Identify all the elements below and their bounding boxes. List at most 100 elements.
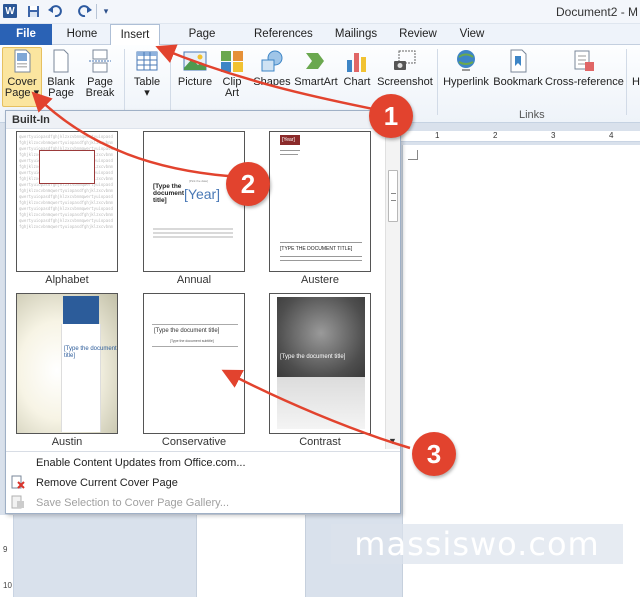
enable-content-updates-item[interactable]: Enable Content Updates from Office.com..… bbox=[36, 457, 246, 469]
template-label: Annual bbox=[176, 274, 212, 286]
annotation-badge-3: 3 bbox=[412, 432, 456, 476]
page-break-icon bbox=[89, 49, 111, 73]
page-break-label-2: Break bbox=[85, 87, 115, 99]
template-label: Contrast bbox=[299, 436, 341, 448]
menu-separator bbox=[6, 451, 400, 452]
save-selection-icon bbox=[11, 495, 24, 509]
blank-page-label-2: Page bbox=[48, 87, 74, 99]
alphabet-title-box bbox=[39, 150, 95, 184]
chart-icon bbox=[347, 53, 366, 72]
text-line bbox=[152, 324, 238, 325]
gallery-header: Built-In bbox=[6, 111, 400, 129]
customize-quick-access-icon[interactable]: ▾ bbox=[99, 4, 113, 18]
clip-art-label-2: Art bbox=[224, 87, 240, 99]
template-austin[interactable]: [Type the document title] bbox=[16, 293, 118, 434]
smartart-button[interactable]: SmartArt bbox=[294, 48, 338, 106]
header-label-partial: H bbox=[632, 76, 640, 88]
watermark-text: massiswo.com bbox=[331, 524, 623, 564]
cover-page-icon bbox=[14, 49, 31, 73]
template-label: Conservative bbox=[161, 436, 227, 448]
template-label: Alphabet bbox=[45, 274, 89, 286]
contrast-lower-block bbox=[277, 377, 365, 429]
ruler-tick: 9 bbox=[3, 545, 8, 554]
blank-page-button[interactable]: Blank Page bbox=[44, 48, 78, 106]
horizontal-ruler[interactable]: 1 2 3 4 bbox=[395, 131, 640, 142]
table-dropdown-arrow: ▾ bbox=[144, 87, 150, 99]
austin-column bbox=[61, 324, 101, 432]
table-button[interactable]: Table ▾ bbox=[130, 48, 164, 106]
save-icon[interactable] bbox=[26, 4, 40, 18]
ruler-tick: 10 bbox=[3, 581, 12, 590]
annual-date-text: [Pick the date] bbox=[189, 179, 209, 183]
contrast-title-text: [Type the document title] bbox=[280, 354, 346, 360]
cover-page-gallery: Built-In qwertyuiopasdfghjklzxcvbnmqwert… bbox=[5, 110, 401, 514]
shapes-button[interactable]: Shapes bbox=[252, 48, 292, 106]
ribbon-separator bbox=[626, 49, 627, 115]
tab-references[interactable]: References bbox=[254, 24, 313, 45]
text-line bbox=[280, 242, 362, 243]
clip-art-icon bbox=[221, 51, 243, 72]
page-break-button[interactable]: Page Break bbox=[82, 48, 118, 106]
text-line bbox=[280, 154, 298, 155]
word-logo-icon[interactable]: W bbox=[3, 4, 17, 18]
links-group-label: Links bbox=[519, 109, 545, 121]
tab-home[interactable]: Home bbox=[62, 24, 102, 45]
picture-icon bbox=[183, 51, 207, 71]
gallery-scroll-thumb[interactable] bbox=[388, 170, 398, 222]
chart-button[interactable]: Chart bbox=[340, 48, 374, 106]
ruler-tick: 2 bbox=[493, 131, 498, 140]
cover-page-button[interactable]: Cover Page ▾ bbox=[2, 47, 42, 107]
header-button-partial[interactable]: H bbox=[630, 48, 640, 106]
remove-cover-page-item[interactable]: Remove Current Cover Page bbox=[36, 477, 178, 489]
text-line bbox=[152, 346, 238, 347]
remove-cover-page-icon bbox=[11, 475, 25, 489]
gallery-scroll-down-icon[interactable]: ▼ bbox=[387, 436, 398, 446]
smartart-icon bbox=[306, 53, 324, 69]
chart-label: Chart bbox=[343, 76, 371, 88]
save-selection-item: Save Selection to Cover Page Gallery... bbox=[36, 497, 230, 509]
bookmark-label: Bookmark bbox=[493, 76, 543, 88]
clip-art-button[interactable]: Clip Art bbox=[216, 48, 248, 106]
austere-title-text: [TYPE THE DOCUMENT TITLE] bbox=[280, 246, 353, 252]
tab-view[interactable]: View bbox=[456, 24, 488, 45]
tab-insert[interactable]: Insert bbox=[110, 24, 160, 46]
page-margin-marker bbox=[408, 150, 418, 160]
tab-page-layout[interactable]: Page Layout bbox=[170, 24, 234, 60]
picture-button[interactable]: Picture bbox=[176, 48, 214, 106]
cover-page-label-2: Page ▾ bbox=[4, 87, 40, 99]
hyperlink-icon bbox=[457, 50, 475, 71]
undo-icon[interactable] bbox=[48, 4, 62, 18]
austin-title-text: [Type the document title] bbox=[64, 346, 117, 359]
annual-title-text: [Type the document title] bbox=[153, 183, 185, 204]
cross-reference-label: Cross-reference bbox=[545, 76, 624, 88]
blank-page-icon bbox=[53, 49, 69, 73]
annotation-badge-1: 1 bbox=[369, 94, 413, 138]
gallery-scrollbar[interactable] bbox=[385, 130, 400, 449]
smartart-label: SmartArt bbox=[294, 76, 338, 88]
conservative-subtitle-text: [Type the document subtitle] bbox=[170, 339, 214, 343]
austere-year-bar: [Year] bbox=[280, 135, 300, 145]
redo-icon[interactable] bbox=[78, 4, 92, 18]
hyperlink-button[interactable]: Hyperlink bbox=[441, 48, 491, 106]
ribbon-separator bbox=[170, 49, 171, 115]
tab-review[interactable]: Review bbox=[398, 24, 438, 45]
annotation-badge-2: 2 bbox=[226, 162, 270, 206]
table-icon bbox=[136, 51, 158, 71]
template-annual[interactable]: [Pick the date] [Type the document title… bbox=[143, 131, 245, 272]
vertical-ruler[interactable]: 9 10 bbox=[0, 515, 14, 597]
screenshot-icon bbox=[394, 50, 416, 70]
bookmark-button[interactable]: Bookmark bbox=[493, 48, 543, 106]
ruler-tick: 3 bbox=[551, 131, 556, 140]
template-alphabet[interactable]: qwertyuiopasdfghjklzxcvbnmqwertyuiopasdf… bbox=[16, 131, 118, 272]
tab-mailings[interactable]: Mailings bbox=[332, 24, 380, 45]
document-page-left[interactable] bbox=[196, 515, 306, 597]
text-line bbox=[280, 150, 300, 151]
cross-reference-button[interactable]: Cross-reference bbox=[545, 48, 624, 106]
template-conservative[interactable]: [Type the document title] [Type the docu… bbox=[143, 293, 245, 434]
bookmark-icon bbox=[510, 49, 527, 73]
text-line bbox=[280, 260, 362, 261]
tab-file[interactable]: File bbox=[0, 24, 52, 45]
template-contrast[interactable]: [Type the document title] bbox=[269, 293, 371, 434]
ribbon-separator bbox=[437, 49, 438, 115]
template-austere[interactable]: [Year] [TYPE THE DOCUMENT TITLE] bbox=[269, 131, 371, 272]
